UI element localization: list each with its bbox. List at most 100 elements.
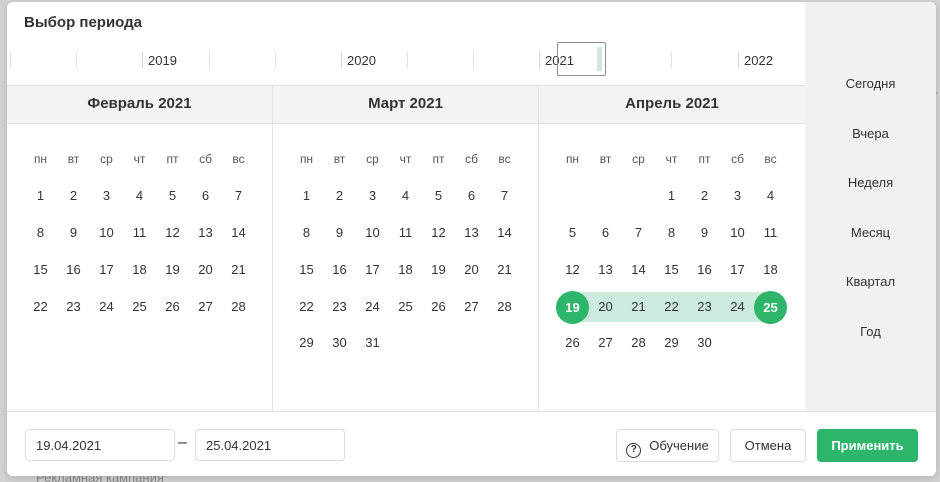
preset-today[interactable]: Сегодня <box>805 76 936 91</box>
calendar-day[interactable]: 18 <box>389 255 422 285</box>
calendar-day[interactable]: 25 <box>389 292 422 322</box>
calendar-day[interactable]: 3 <box>356 181 389 211</box>
calendar-day[interactable]: 20 <box>589 292 622 322</box>
calendar-day[interactable]: 15 <box>655 255 688 285</box>
cancel-button[interactable]: Отмена <box>730 429 806 462</box>
calendar-day[interactable]: 1 <box>24 181 57 211</box>
calendar-day[interactable]: 13 <box>455 218 488 248</box>
year-range-handle[interactable] <box>557 42 606 76</box>
calendar-day[interactable]: 29 <box>290 328 323 358</box>
calendar-day[interactable]: 14 <box>222 218 255 248</box>
calendar-day[interactable]: 22 <box>655 292 688 322</box>
calendar-day[interactable]: 6 <box>189 181 222 211</box>
calendar-day[interactable]: 19 <box>422 255 455 285</box>
calendar-day[interactable]: 1 <box>655 181 688 211</box>
calendar-day[interactable]: 25 <box>123 292 156 322</box>
calendar-day[interactable]: 21 <box>222 255 255 285</box>
calendar-day[interactable]: 6 <box>589 218 622 248</box>
preset-year[interactable]: Год <box>805 324 936 339</box>
calendar-day[interactable]: 17 <box>356 255 389 285</box>
calendar-day[interactable]: 11 <box>123 218 156 248</box>
calendar-day[interactable]: 12 <box>422 218 455 248</box>
calendar-day[interactable]: 23 <box>57 292 90 322</box>
range-start-day[interactable]: 19 <box>556 291 589 324</box>
calendar-day[interactable]: 10 <box>356 218 389 248</box>
calendar-day[interactable]: 3 <box>721 181 754 211</box>
calendar-day[interactable]: 14 <box>622 255 655 285</box>
calendar-day[interactable]: 2 <box>688 181 721 211</box>
calendar-day[interactable]: 10 <box>721 218 754 248</box>
calendar-day[interactable]: 29 <box>655 328 688 358</box>
calendar-day[interactable]: 9 <box>57 218 90 248</box>
calendar-day[interactable]: 27 <box>189 292 222 322</box>
calendar-day[interactable]: 26 <box>556 328 589 358</box>
calendar-day[interactable]: 17 <box>721 255 754 285</box>
calendar-day[interactable]: 2 <box>323 181 356 211</box>
calendar-day[interactable]: 28 <box>622 328 655 358</box>
calendar-day[interactable]: 27 <box>455 292 488 322</box>
calendar-day[interactable]: 30 <box>323 328 356 358</box>
year-label[interactable]: 2020 <box>347 53 376 68</box>
calendar-day[interactable]: 24 <box>356 292 389 322</box>
calendar-day[interactable]: 21 <box>488 255 521 285</box>
calendar-day[interactable]: 10 <box>90 218 123 248</box>
calendar-day[interactable]: 30 <box>688 328 721 358</box>
preset-week[interactable]: Неделя <box>805 175 936 190</box>
calendar-day[interactable]: 15 <box>24 255 57 285</box>
calendar-day[interactable]: 8 <box>290 218 323 248</box>
calendar-day[interactable]: 26 <box>422 292 455 322</box>
calendar-day[interactable]: 9 <box>688 218 721 248</box>
calendar-day[interactable]: 8 <box>655 218 688 248</box>
calendar-day[interactable]: 6 <box>455 181 488 211</box>
calendar-day[interactable]: 20 <box>189 255 222 285</box>
calendar-day[interactable]: 18 <box>754 255 787 285</box>
calendar-day[interactable]: 18 <box>123 255 156 285</box>
calendar-day[interactable]: 2 <box>57 181 90 211</box>
date-to-input[interactable] <box>195 429 345 461</box>
calendar-day[interactable]: 7 <box>622 218 655 248</box>
preset-yesterday[interactable]: Вчера <box>805 126 936 141</box>
calendar-day[interactable]: 11 <box>754 218 787 248</box>
calendar-day[interactable]: 28 <box>488 292 521 322</box>
year-label[interactable]: 2019 <box>148 53 177 68</box>
calendar-day[interactable]: 16 <box>688 255 721 285</box>
range-end-day[interactable]: 25 <box>754 291 787 324</box>
calendar-day[interactable]: 12 <box>556 255 589 285</box>
calendar-day[interactable]: 7 <box>222 181 255 211</box>
calendar-day[interactable]: 5 <box>156 181 189 211</box>
calendar-day[interactable]: 9 <box>323 218 356 248</box>
calendar-day[interactable]: 16 <box>57 255 90 285</box>
calendar-day[interactable]: 12 <box>156 218 189 248</box>
calendar-day[interactable]: 31 <box>356 328 389 358</box>
calendar-day[interactable]: 26 <box>156 292 189 322</box>
calendar-day[interactable]: 5 <box>422 181 455 211</box>
calendar-day[interactable]: 17 <box>90 255 123 285</box>
calendar-day[interactable]: 8 <box>24 218 57 248</box>
calendar-day[interactable]: 11 <box>389 218 422 248</box>
calendar-day[interactable]: 4 <box>389 181 422 211</box>
calendar-day[interactable]: 13 <box>189 218 222 248</box>
year-label[interactable]: 2022 <box>744 53 773 68</box>
calendar-day[interactable]: 21 <box>622 292 655 322</box>
preset-month[interactable]: Месяц <box>805 225 936 240</box>
calendar-day[interactable]: 19 <box>156 255 189 285</box>
calendar-day[interactable]: 24 <box>721 292 754 322</box>
calendar-day[interactable]: 5 <box>556 218 589 248</box>
calendar-day[interactable]: 16 <box>323 255 356 285</box>
calendar-day[interactable]: 22 <box>290 292 323 322</box>
calendar-day[interactable]: 23 <box>323 292 356 322</box>
calendar-day[interactable]: 23 <box>688 292 721 322</box>
calendar-day[interactable]: 20 <box>455 255 488 285</box>
calendar-day[interactable]: 28 <box>222 292 255 322</box>
date-from-input[interactable] <box>25 429 175 461</box>
calendar-day[interactable]: 15 <box>290 255 323 285</box>
calendar-day[interactable]: 3 <box>90 181 123 211</box>
calendar-day[interactable]: 14 <box>488 218 521 248</box>
calendar-day[interactable]: 7 <box>488 181 521 211</box>
learn-button[interactable]: ? Обучение <box>616 429 719 462</box>
calendar-day[interactable]: 27 <box>589 328 622 358</box>
calendar-day[interactable]: 4 <box>754 181 787 211</box>
range-grip[interactable] <box>597 47 602 71</box>
calendar-day[interactable]: 1 <box>290 181 323 211</box>
calendar-day[interactable]: 4 <box>123 181 156 211</box>
